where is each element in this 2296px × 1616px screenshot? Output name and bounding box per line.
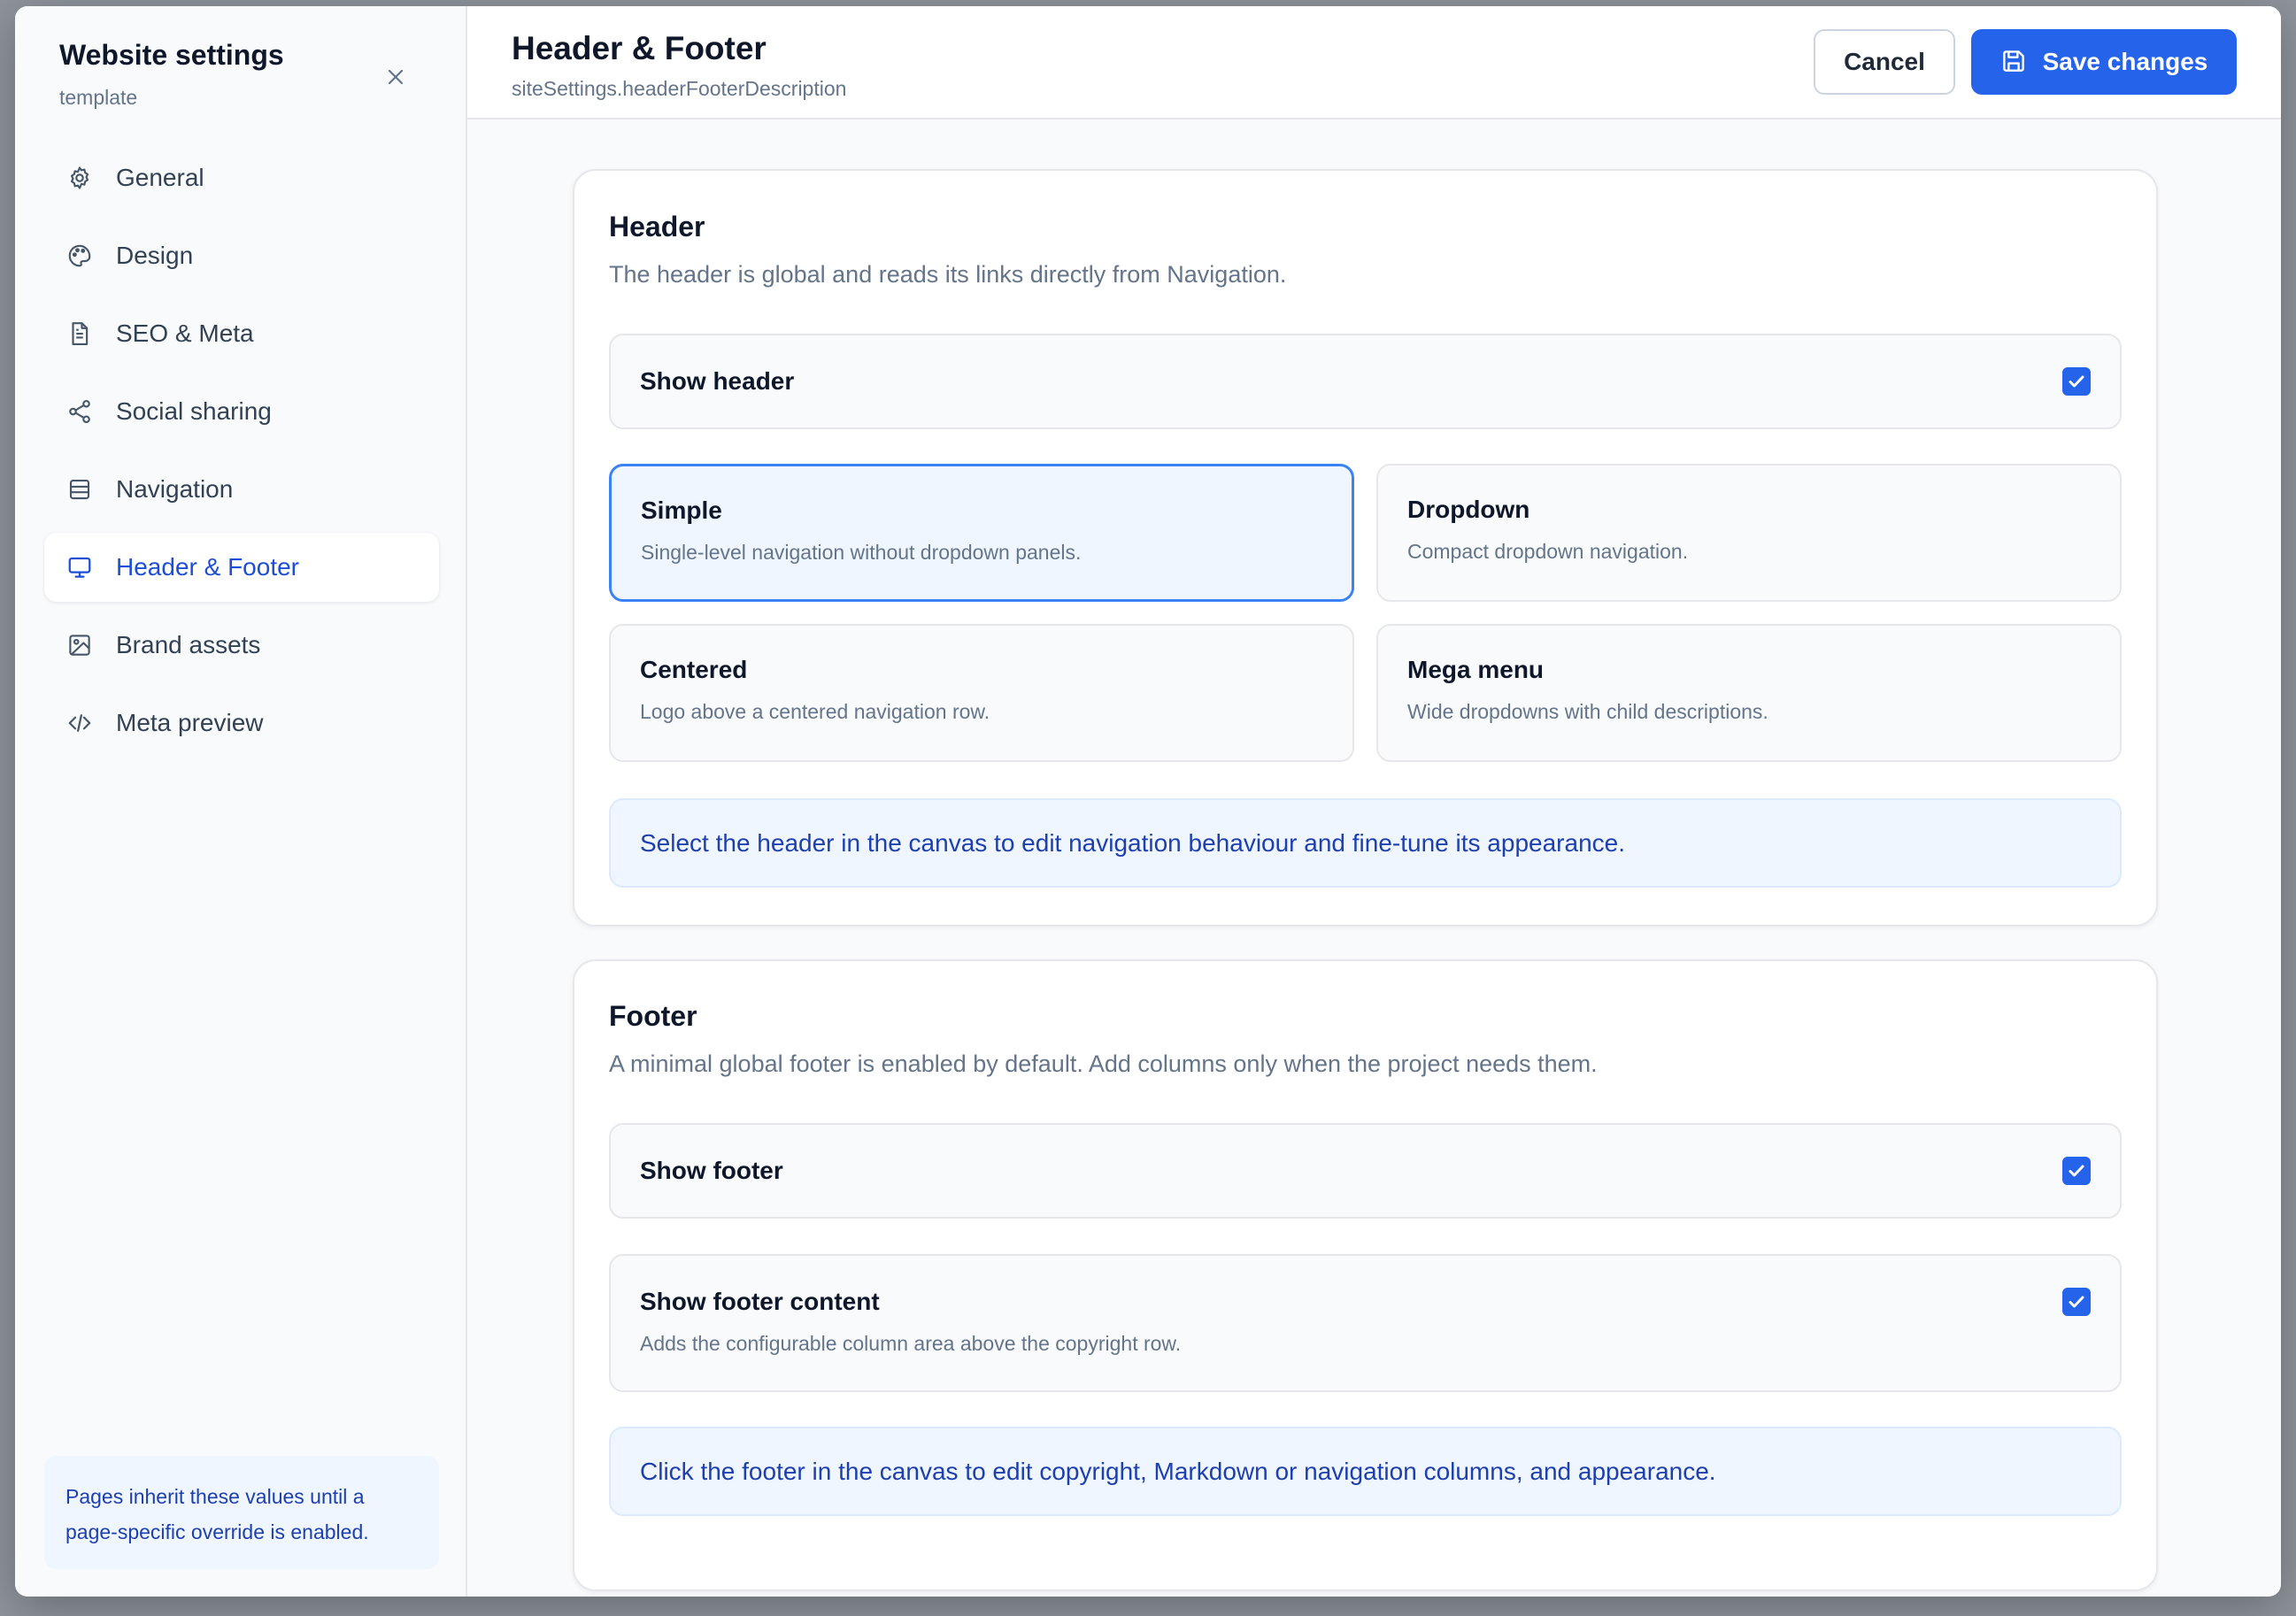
save-icon <box>2000 48 2029 76</box>
share-icon <box>65 396 95 427</box>
header-info-banner: Select the header in the canvas to edit … <box>609 798 2122 888</box>
option-title: Centered <box>640 656 748 683</box>
sidebar-item-label: Social sharing <box>116 397 272 425</box>
close-icon <box>388 69 404 85</box>
monitor-icon <box>65 552 95 582</box>
header-style-option-centered[interactable]: Centered Logo above a centered navigatio… <box>609 624 1354 762</box>
sidebar-item-label: Meta preview <box>116 709 264 736</box>
code-icon <box>65 708 95 738</box>
sidebar-subtitle: template <box>59 86 138 109</box>
header-style-option-simple[interactable]: Simple Single-level navigation without d… <box>609 464 1354 602</box>
show-footer-row[interactable]: Show footer <box>609 1123 2122 1219</box>
sidebar-item-navigation[interactable]: Navigation <box>44 455 439 524</box>
option-title: Simple <box>641 496 722 524</box>
checkmark-icon <box>2069 1296 2084 1308</box>
page-title: Header & Footer <box>512 30 767 66</box>
show-footer-content-row[interactable]: Show footer content Adds the configurabl… <box>609 1254 2122 1392</box>
show-footer-content-checkbox[interactable] <box>2062 1288 2091 1316</box>
sidebar-title: Website settings <box>59 39 284 71</box>
footer-section-title: Footer <box>609 1000 697 1032</box>
sidebar-item-header-footer[interactable]: Header & Footer <box>44 533 439 602</box>
sidebar-item-social-sharing[interactable]: Social sharing <box>44 377 439 446</box>
checkmark-icon <box>2069 1165 2084 1177</box>
sidebar-item-label: Navigation <box>116 475 234 503</box>
show-footer-checkbox[interactable] <box>2062 1157 2091 1185</box>
option-description: Single-level navigation without dropdown… <box>641 541 1082 564</box>
save-changes-button[interactable]: Save changes <box>1971 29 2237 95</box>
rows-icon <box>65 474 95 504</box>
header-style-option-dropdown[interactable]: Dropdown Compact dropdown navigation. <box>1376 464 2122 602</box>
show-header-row[interactable]: Show header <box>609 334 2122 429</box>
sidebar-item-design[interactable]: Design <box>44 221 439 290</box>
header-section-title: Header <box>609 211 705 242</box>
sidebar-item-general[interactable]: General <box>44 143 439 212</box>
sidebar-item-label: General <box>116 164 204 191</box>
save-button-label: Save changes <box>2042 48 2208 75</box>
gear-icon <box>65 163 95 193</box>
option-description: Logo above a centered navigation row. <box>640 700 990 723</box>
page-description: siteSettings.headerFooterDescription <box>512 77 847 100</box>
show-footer-content-label: Show footer content <box>640 1288 880 1315</box>
settings-content: Header The header is global and reads it… <box>467 119 2281 1597</box>
sidebar-item-meta-preview[interactable]: Meta preview <box>44 689 439 758</box>
website-settings-dialog: Website settings template General Design <box>15 6 2281 1597</box>
settings-nav: General Design SEO & Meta Social sharing <box>44 143 439 766</box>
header-section-description: The header is global and reads its links… <box>609 261 1287 288</box>
header-settings-card: Header The header is global and reads it… <box>573 169 2158 927</box>
option-title: Mega menu <box>1407 656 1545 683</box>
option-description: Wide dropdowns with child descriptions. <box>1407 700 1768 723</box>
sidebar-item-label: Design <box>116 242 194 269</box>
cancel-button[interactable]: Cancel <box>1814 29 1955 95</box>
close-button[interactable] <box>378 59 413 95</box>
image-icon <box>65 630 95 660</box>
sidebar-item-label: Header & Footer <box>116 553 299 581</box>
content-header: Header & Footer siteSettings.headerFoote… <box>467 6 2281 119</box>
option-title: Dropdown <box>1407 496 1530 523</box>
sidebar-item-brand-assets[interactable]: Brand assets <box>44 611 439 680</box>
checkmark-icon <box>2069 375 2084 388</box>
inheritance-note: Pages inherit these values until a page-… <box>44 1456 439 1569</box>
show-footer-content-help: Adds the configurable column area above … <box>640 1332 1182 1355</box>
sidebar-item-label: SEO & Meta <box>116 319 254 347</box>
sidebar-item-label: Brand assets <box>116 631 261 658</box>
header-style-option-mega-menu[interactable]: Mega menu Wide dropdowns with child desc… <box>1376 624 2122 762</box>
show-header-label: Show header <box>640 367 795 395</box>
palette-icon <box>65 241 95 271</box>
footer-info-banner: Click the footer in the canvas to edit c… <box>609 1427 2122 1516</box>
show-footer-label: Show footer <box>640 1157 783 1184</box>
footer-settings-card: Footer A minimal global footer is enable… <box>573 959 2158 1591</box>
settings-sidebar: Website settings template General Design <box>15 6 467 1597</box>
option-description: Compact dropdown navigation. <box>1407 540 1689 563</box>
document-icon <box>65 319 95 349</box>
show-header-checkbox[interactable] <box>2062 367 2091 396</box>
sidebar-item-seo-meta[interactable]: SEO & Meta <box>44 299 439 368</box>
footer-section-description: A minimal global footer is enabled by de… <box>609 1050 1598 1077</box>
